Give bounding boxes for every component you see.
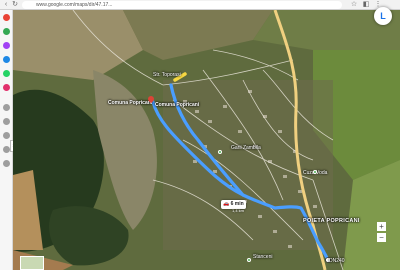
zoom-out-button[interactable]: − bbox=[377, 233, 386, 242]
reload-icon[interactable]: ↻ bbox=[11, 1, 19, 9]
zoom-in-icon: + bbox=[379, 222, 384, 231]
address-bar[interactable]: www.google.com/maps/dir/47.17... bbox=[22, 1, 342, 9]
sidebar-app-icon[interactable] bbox=[3, 56, 10, 63]
map-canvas[interactable]: Str. Toporasi Comuna Popricani Comuna Po… bbox=[13, 10, 400, 270]
history-icon[interactable] bbox=[3, 118, 10, 125]
account-avatar[interactable]: L bbox=[374, 7, 392, 25]
sidebar-app-icon[interactable] bbox=[3, 14, 10, 21]
sidebar-app-icon[interactable] bbox=[3, 28, 10, 35]
settings-icon[interactable] bbox=[3, 160, 10, 167]
route-time: 6 min bbox=[230, 201, 244, 207]
whatsapp-icon[interactable] bbox=[3, 70, 10, 77]
download-icon[interactable] bbox=[3, 146, 10, 153]
poi-marker-icon[interactable] bbox=[218, 150, 222, 154]
layers-toggle-button[interactable] bbox=[20, 256, 44, 270]
commune-label-lower: Comuna Popricani bbox=[155, 102, 200, 108]
instagram-icon[interactable] bbox=[3, 84, 10, 91]
address-url: www.google.com/maps/dir/47.17... bbox=[36, 2, 113, 8]
zoom-in-button[interactable]: + bbox=[377, 222, 386, 231]
route-distance: 1,4 km bbox=[232, 208, 245, 213]
village-main-label: POIETA POPRICANI bbox=[303, 218, 360, 224]
satellite-imagery bbox=[13, 10, 400, 270]
back-arrow-icon[interactable]: ‹ bbox=[2, 1, 10, 9]
place-bottom-label: Stanceni bbox=[253, 254, 273, 260]
village-center-label: Garii Zambila bbox=[231, 145, 261, 151]
extension-icon[interactable]: ◧ bbox=[362, 1, 370, 9]
street-label: Str. Toporasi bbox=[153, 72, 181, 78]
sidebar-app-icon[interactable] bbox=[3, 42, 10, 49]
send-icon[interactable] bbox=[3, 104, 10, 111]
bookmark-icon[interactable] bbox=[3, 132, 10, 139]
browser-toolbar: ‹ ↻ www.google.com/maps/dir/47.17... ☆ ◧… bbox=[0, 0, 400, 10]
account-initial: L bbox=[380, 11, 386, 21]
commune-label-upper: Comuna Popricani bbox=[108, 100, 153, 106]
car-icon: 🚗 bbox=[223, 201, 230, 207]
star-icon[interactable]: ☆ bbox=[350, 1, 358, 9]
poi-marker-icon[interactable] bbox=[313, 170, 317, 174]
zoom-out-icon: − bbox=[379, 233, 384, 242]
poi-marker-icon[interactable] bbox=[247, 258, 251, 262]
road-number-label: DN240 bbox=[329, 258, 345, 264]
